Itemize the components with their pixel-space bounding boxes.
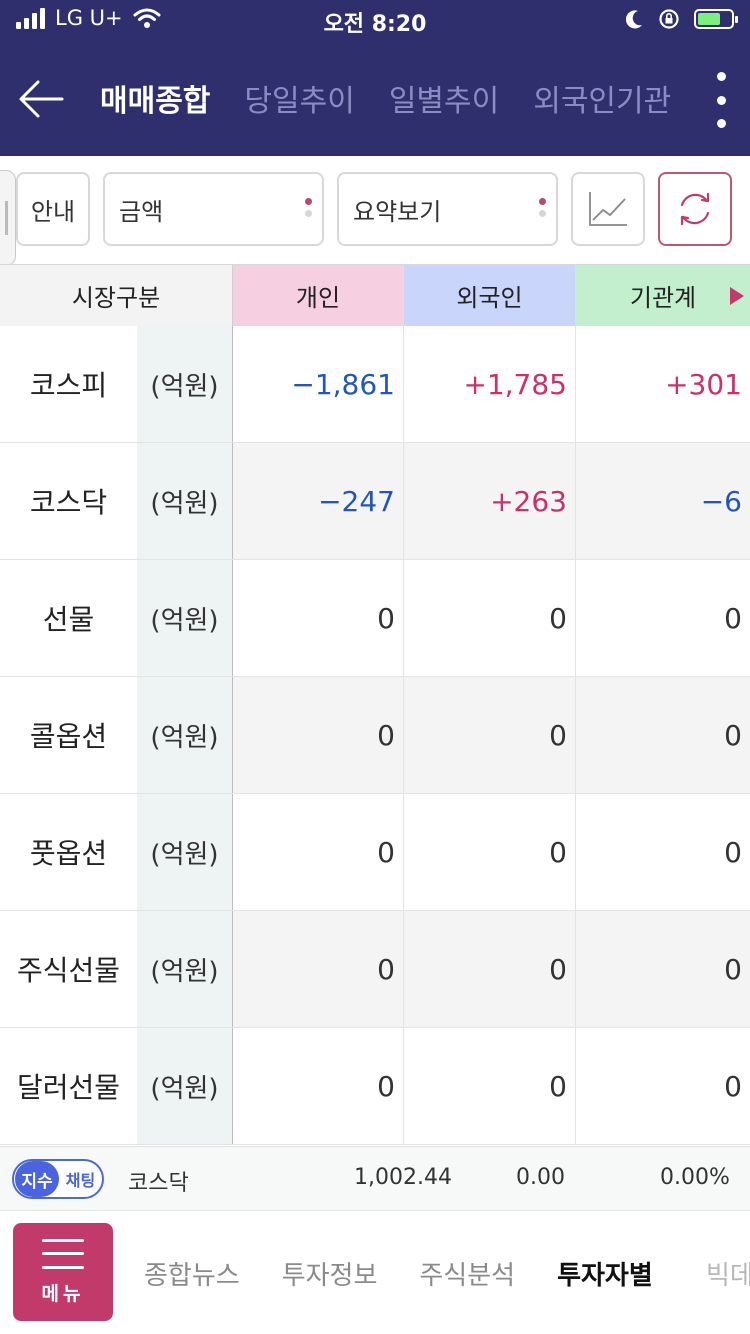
investor-table: 시장구분 개인 외국인 기관계 코스피 (억원) −1,861 +1,785 +… <box>0 264 750 1145</box>
bottom-nav-bigdata[interactable]: 빅데 <box>706 1255 750 1292</box>
index-chat-toggle[interactable]: 지수 채팅 <box>12 1159 104 1199</box>
cell-foreign: 0 <box>404 677 576 793</box>
menu-label: 메뉴 <box>41 1282 85 1305</box>
cell-foreign: 0 <box>404 911 576 1027</box>
cell-individual: 0 <box>233 677 404 793</box>
bottom-nav: 메뉴 종합뉴스 투자정보 주식분석 투자자별 빅데 <box>0 1210 750 1334</box>
row-unit: (억원) <box>137 560 233 676</box>
header-market: 시장구분 <box>0 265 233 326</box>
ticker-rate: 0.00% <box>660 1165 730 1190</box>
table-row[interactable]: 선물 (억원) 0 0 0 <box>0 560 750 677</box>
row-name: 선물 <box>42 603 95 636</box>
cell-individual: 0 <box>233 560 404 676</box>
side-drawer-handle[interactable] <box>0 170 16 266</box>
table-row[interactable]: 코스닥 (억원) −247 +263 −6 <box>0 443 750 560</box>
cell-foreign: 0 <box>404 794 576 910</box>
nav-tabs: 매매종합 당일추이 일별추이 외국인기관 <box>100 76 671 120</box>
bottom-nav-investment-info[interactable]: 투자정보 <box>282 1255 378 1292</box>
row-unit: (억원) <box>137 1028 233 1144</box>
table-row[interactable]: 풋옵션 (억원) 0 0 0 <box>0 794 750 911</box>
hamburger-icon <box>42 1238 84 1269</box>
tab-intraday-trend[interactable]: 당일추이 <box>244 76 354 120</box>
nav-bar: 매매종합 당일추이 일별추이 외국인기관 <box>0 42 750 156</box>
cell-individual: 0 <box>233 911 404 1027</box>
row-name: 주식선물 <box>16 954 121 987</box>
cell-individual: −247 <box>233 443 404 559</box>
more-options-icon[interactable] <box>714 72 728 128</box>
table-header: 시장구분 개인 외국인 기관계 <box>0 264 750 326</box>
moon-icon <box>626 10 642 29</box>
amount-select[interactable]: 금액 <box>103 172 324 246</box>
index-toggle-label[interactable]: 지수 <box>15 1161 59 1197</box>
row-unit: (억원) <box>137 443 233 559</box>
table-row[interactable]: 주식선물 (억원) 0 0 0 <box>0 911 750 1028</box>
row-unit: (억원) <box>137 794 233 910</box>
dropdown-dots-icon <box>305 198 312 217</box>
chat-toggle-label[interactable]: 채팅 <box>59 1167 102 1191</box>
line-chart-icon <box>589 192 627 226</box>
refresh-button[interactable] <box>658 172 732 246</box>
ticker-name: 코스닥 <box>128 1171 189 1196</box>
back-arrow-icon[interactable] <box>18 76 64 122</box>
refresh-icon <box>680 192 710 226</box>
bottom-nav-general-news[interactable]: 종합뉴스 <box>144 1255 240 1292</box>
cell-foreign: +263 <box>404 443 576 559</box>
cell-institution: 0 <box>724 835 742 869</box>
cell-foreign: 0 <box>404 560 576 676</box>
row-name: 코스피 <box>29 369 108 402</box>
status-right <box>626 8 738 30</box>
header-foreign: 외국인 <box>404 265 576 326</box>
row-unit: (억원) <box>137 326 233 442</box>
dropdown-dots-icon <box>539 198 546 217</box>
row-name: 풋옵션 <box>29 837 108 870</box>
status-bar: LG U+ 오전 8:20 <box>0 0 750 42</box>
summary-label: 요약보기 <box>353 197 442 226</box>
ticker-change: 0.00 <box>516 1165 565 1190</box>
cell-institution: 0 <box>724 601 742 635</box>
row-name: 달러선물 <box>16 1071 121 1104</box>
index-ticker[interactable]: 지수 채팅 코스닥 1,002.44 0.00 0.00% <box>0 1146 750 1210</box>
tab-foreign-institution[interactable]: 외국인기관 <box>533 76 671 120</box>
cell-foreign: 0 <box>404 1028 576 1144</box>
table-row[interactable]: 콜옵션 (억원) 0 0 0 <box>0 677 750 794</box>
battery-icon <box>694 9 738 29</box>
amount-label: 금액 <box>119 197 164 226</box>
ticker-value: 1,002.44 <box>354 1165 452 1190</box>
cell-institution: 0 <box>576 911 750 1027</box>
cell-institution: 0 <box>724 1069 742 1103</box>
scroll-right-arrow-icon[interactable] <box>730 287 744 305</box>
cell-individual: 0 <box>233 794 404 910</box>
row-name: 코스닥 <box>29 486 108 519</box>
bottom-nav-stock-analysis[interactable]: 주식분석 <box>419 1255 515 1292</box>
row-name: 콜옵션 <box>29 720 108 753</box>
table-row[interactable]: 달러선물 (억원) 0 0 0 <box>0 1028 750 1145</box>
tab-trade-summary[interactable]: 매매종합 <box>100 76 210 120</box>
row-unit: (억원) <box>137 677 233 793</box>
row-unit: (억원) <box>137 911 233 1027</box>
guide-label: 안내 <box>30 197 76 226</box>
guide-button[interactable]: 안내 <box>16 172 90 246</box>
header-individual: 개인 <box>233 265 404 326</box>
header-institution-label: 기관계 <box>629 284 697 312</box>
summary-select[interactable]: 요약보기 <box>337 172 558 246</box>
menu-button[interactable]: 메뉴 <box>13 1223 113 1321</box>
chart-button[interactable] <box>571 172 645 246</box>
bottom-nav-by-investor[interactable]: 투자자별 <box>557 1255 653 1292</box>
toolbar: 안내 금액 요약보기 <box>0 156 750 266</box>
cell-institution: +301 <box>665 367 742 401</box>
cell-individual: 0 <box>233 1028 404 1144</box>
bottom-nav-items: 종합뉴스 투자정보 주식분석 투자자별 <box>144 1255 653 1292</box>
tab-daily-trend[interactable]: 일별추이 <box>389 76 499 120</box>
cell-individual: −1,861 <box>233 326 404 442</box>
cell-foreign: +1,785 <box>404 326 576 442</box>
cell-institution: −6 <box>576 443 750 559</box>
header-institution[interactable]: 기관계 <box>576 265 750 326</box>
table-row[interactable]: 코스피 (억원) −1,861 +1,785 +301 <box>0 326 750 443</box>
rotation-lock-icon <box>659 9 679 29</box>
cell-institution: 0 <box>576 677 750 793</box>
